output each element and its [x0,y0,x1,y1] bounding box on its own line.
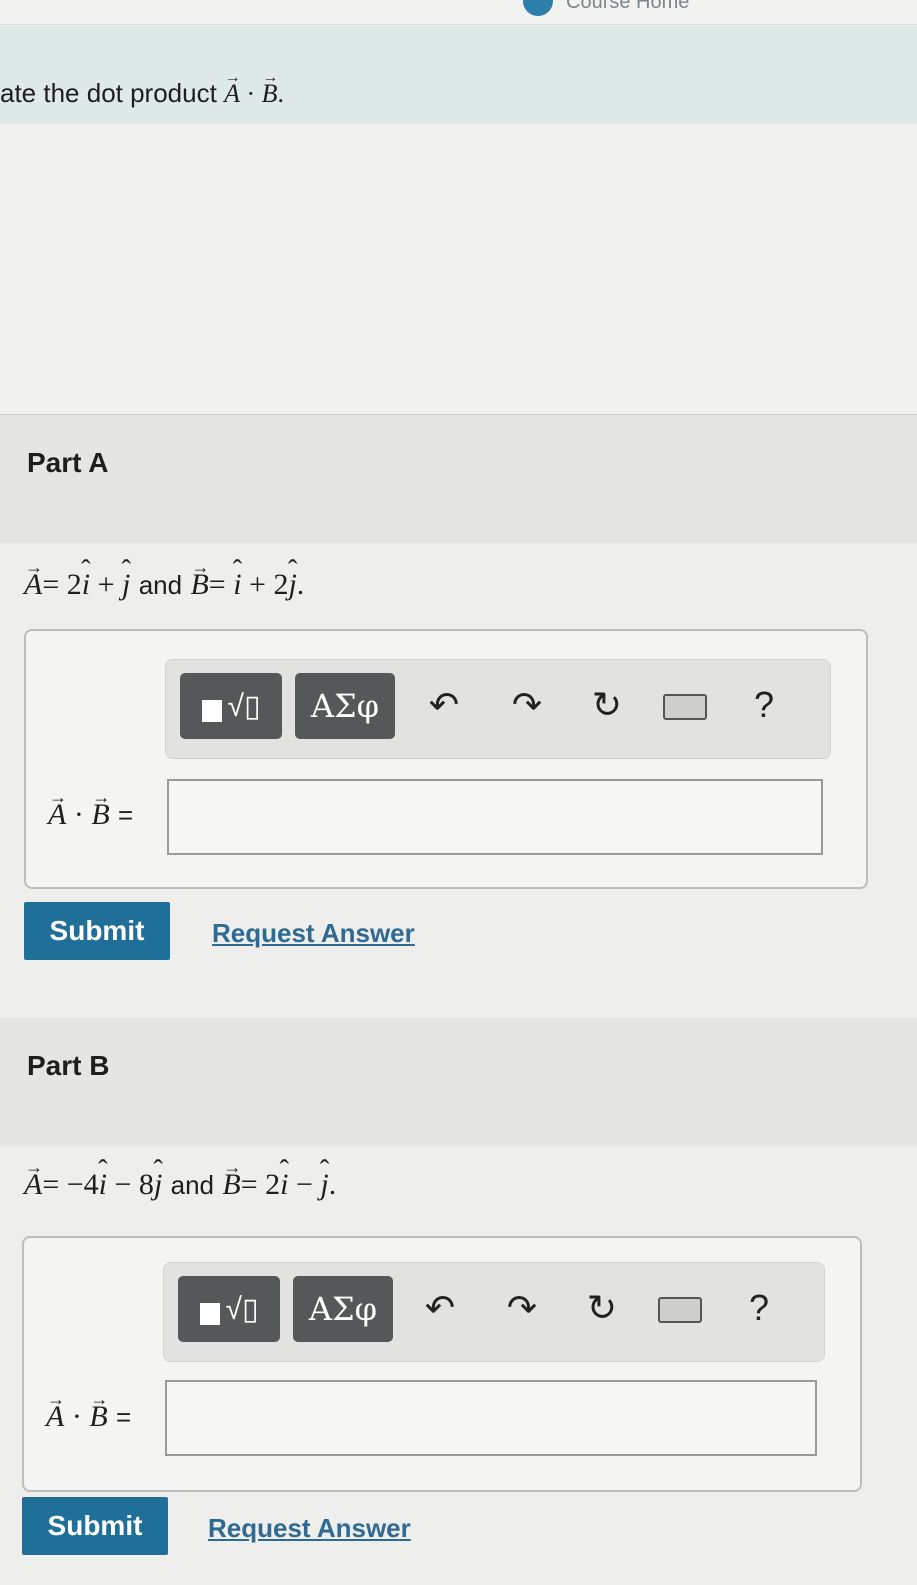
part-b-answer-label: A · B = [46,1400,131,1434]
greek-symbols-button[interactable]: AΣφ [295,673,395,739]
part-a-answer-box: √▯ AΣφ ↶ ↷ ↻ ? A · B = [24,629,868,889]
reset-icon[interactable]: ↻ [584,682,630,728]
help-button[interactable]: ? [741,682,787,728]
part-b-request-answer-link[interactable]: Request Answer [208,1513,411,1544]
top-bar: Course Home [0,0,917,25]
course-home-icon[interactable] [523,0,553,16]
redo-icon[interactable]: ↷ [504,682,550,728]
greek-symbols-button[interactable]: AΣφ [293,1276,393,1342]
templates-button[interactable]: √▯ [178,1276,280,1342]
part-b-header [0,1018,917,1146]
problem-prompt-math: A · B. [224,79,284,108]
radical-icon: √▯ [225,1292,259,1326]
part-a-answer-label: A · B = [48,798,133,832]
part-b-answer-input[interactable] [165,1380,817,1456]
part-a-title: Part A [27,447,109,478]
part-a-statement: A= 2i + j and B= i + 2j. [24,568,304,602]
part-b-submit-button[interactable]: Submit [22,1497,168,1555]
problem-prompt: ate the dot product A · B. [0,78,284,109]
problem-prompt-text: ate the dot product [0,78,217,108]
keyboard-icon[interactable] [657,1285,703,1331]
redo-icon[interactable]: ↷ [499,1285,545,1331]
course-home-link[interactable]: Course Home [566,0,689,14]
part-b-statement: A= −4i − 8j and B= 2i − j. [24,1168,336,1202]
keyboard-icon[interactable] [662,682,708,728]
part-b-answer-box: √▯ AΣφ ↶ ↷ ↻ ? A · B = [22,1236,862,1492]
problem-banner: ate the dot product A · B. [0,26,917,124]
part-a-math-toolbar: √▯ AΣφ ↶ ↷ ↻ ? [165,659,831,759]
help-button[interactable]: ? [736,1285,782,1331]
radical-icon: √▯ [227,689,261,723]
figure-area [0,124,917,415]
part-b-math-toolbar: √▯ AΣφ ↶ ↷ ↻ ? [163,1262,825,1362]
reset-icon[interactable]: ↻ [579,1285,625,1331]
templates-button[interactable]: √▯ [180,673,282,739]
undo-icon[interactable]: ↶ [421,682,467,728]
part-a-answer-input[interactable] [167,779,823,855]
part-b-title: Part B [27,1050,110,1081]
undo-icon[interactable]: ↶ [417,1285,463,1331]
part-a-submit-button[interactable]: Submit [24,902,170,960]
part-a-header [0,415,917,543]
part-a-request-answer-link[interactable]: Request Answer [212,918,415,949]
